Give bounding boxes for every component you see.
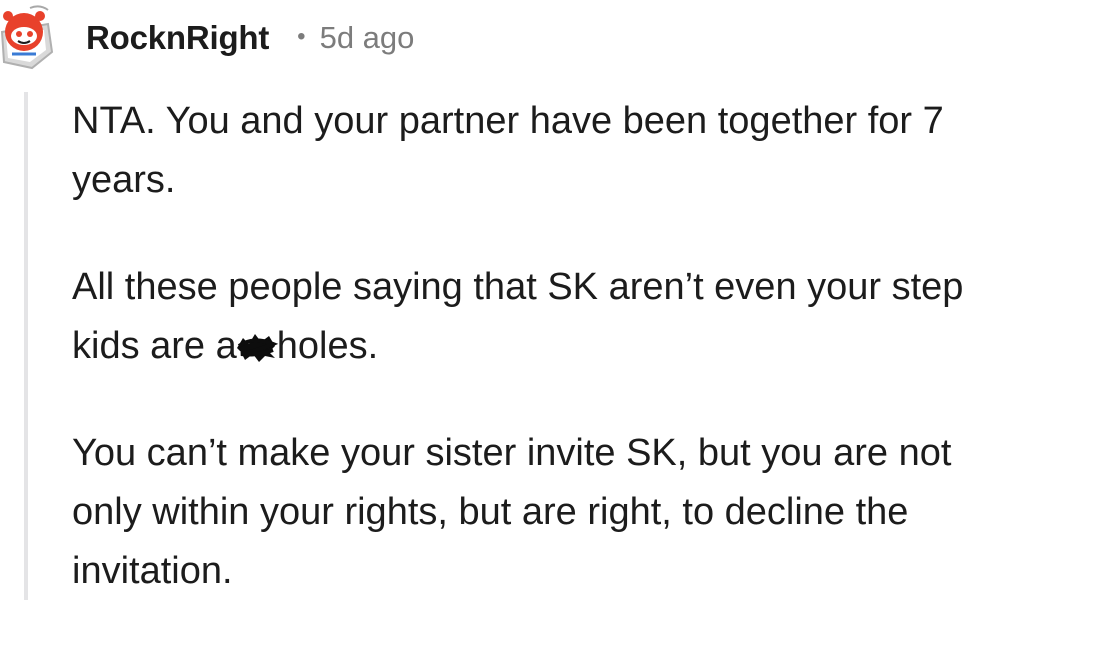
thread-collapse-line[interactable] [24, 92, 28, 600]
comment-body: NTA. You and your partner have been toge… [72, 92, 1092, 649]
comment-paragraph: NTA. You and your partner have been toge… [72, 92, 1092, 210]
censor-scribble-icon [233, 323, 279, 362]
paragraph-line: All these people saying that SK aren’t e… [72, 266, 964, 308]
paragraph-line: kids are a holes. [72, 317, 1092, 376]
paragraph-line: invitation. [72, 550, 233, 592]
paragraph-line: You can’t make your sister invite SK, bu… [72, 432, 952, 474]
paragraph-text-after-censor: holes. [276, 325, 379, 367]
comment: RocknRight • 5d ago NTA. You and your pa… [0, 0, 1097, 600]
username-link[interactable]: RocknRight [86, 19, 269, 57]
comment-paragraph: You can’t make your sister invite SK, bu… [72, 424, 1092, 601]
meta-separator: • [297, 23, 306, 50]
paragraph-text-before-censor: kids are a [72, 325, 237, 367]
paragraph-line: years. [72, 159, 176, 201]
paragraph-line: NTA. You and your partner have been toge… [72, 100, 944, 142]
comment-header: RocknRight • 5d ago [86, 14, 414, 62]
snoo-avatar-icon [0, 5, 54, 70]
comment-paragraph: All these people saying that SK aren’t e… [72, 258, 1092, 376]
paragraph-line: only within your rights, but are right, … [72, 491, 909, 533]
user-avatar[interactable] [0, 2, 58, 72]
comment-timestamp[interactable]: 5d ago [320, 20, 415, 56]
